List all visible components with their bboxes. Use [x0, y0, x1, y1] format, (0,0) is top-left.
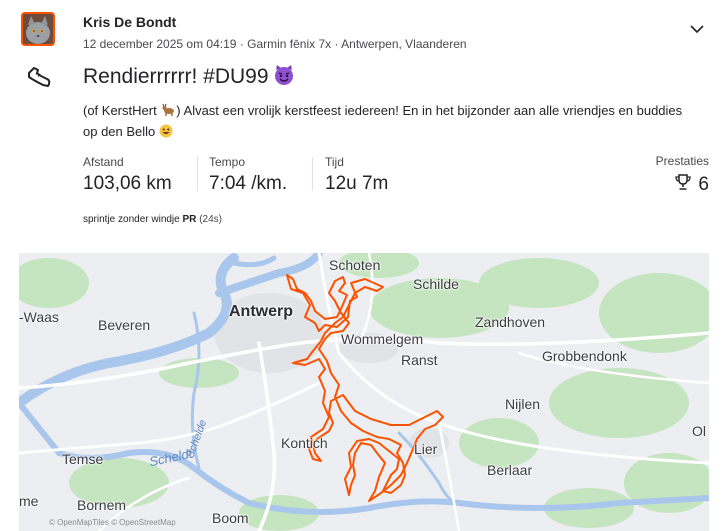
segment-pr-line[interactable]: sprintje zonder windje PR (24s) — [83, 214, 222, 225]
deer-emoji — [160, 103, 176, 122]
achievements-value[interactable]: 6 — [674, 173, 709, 197]
map-label-temse: Temse — [62, 451, 104, 467]
trophy-icon — [674, 173, 692, 197]
map-label-grobbendonk: Grobbendonk — [542, 348, 627, 364]
stat-divider — [312, 157, 313, 191]
map-label-ranst: Ranst — [401, 352, 438, 368]
map-label-antwerp: Antwerp — [229, 303, 293, 320]
athlete-name[interactable]: Kris De Bondt — [83, 14, 176, 30]
activity-title-text: Rendierrrrrr! #DU99 — [83, 65, 269, 88]
running-shoe-icon — [26, 64, 52, 90]
map-label-ol: Ol — [692, 423, 706, 439]
map-label-schoten: Schoten — [329, 257, 381, 273]
achievements-count: 6 — [698, 174, 709, 195]
map-label-beveren: Beveren — [98, 317, 151, 333]
stat-time-value: 12u 7m — [325, 173, 389, 194]
map-label-kontich: Kontich — [281, 435, 328, 451]
chevron-down-icon[interactable] — [688, 20, 706, 38]
stat-divider — [197, 157, 198, 191]
stat-pace-value: 7:04 /km. — [209, 173, 288, 194]
route-map[interactable]: Schoten Schilde -Waas Beveren Antwerp Za… — [19, 253, 709, 531]
map-canvas — [19, 253, 709, 531]
map-label-waas: -Waas — [19, 309, 59, 325]
map-label-bornem: Bornem — [77, 497, 127, 513]
map-copyright[interactable]: © OpenMapTiles © OpenStreetMap — [49, 518, 176, 527]
stat-pace-label: Tempo — [209, 155, 246, 169]
grinning-emoji — [159, 124, 173, 143]
activity-meta: 12 december 2025 om 04:19 · Garmin fēnix… — [83, 37, 467, 51]
stat-distance-value: 103,06 km — [83, 173, 172, 194]
map-label-me: me — [19, 493, 39, 509]
activity-description: (of KerstHert ) Alvast een vrolijk kerst… — [83, 101, 683, 143]
achievements-label: Prestaties — [655, 154, 709, 168]
map-label-schilde: Schilde — [413, 276, 459, 292]
map-label-berlaar: Berlaar — [487, 462, 533, 478]
activity-title[interactable]: Rendierrrrrr! #DU99 — [83, 64, 295, 92]
stat-time-label: Tijd — [325, 155, 344, 169]
avatar[interactable] — [21, 12, 55, 46]
stat-distance-label: Afstand — [83, 155, 124, 169]
segment-name: sprintje zonder windje — [83, 214, 180, 225]
segment-time: (24s) — [199, 214, 222, 225]
cat-avatar-image — [23, 14, 53, 44]
map-label-wommelgem: Wommelgem — [341, 331, 424, 347]
map-label-boom: Boom — [212, 510, 249, 526]
map-label-zandhoven: Zandhoven — [475, 314, 546, 330]
pr-badge: PR — [182, 214, 197, 225]
map-label-lier: Lier — [414, 441, 438, 457]
smiling-devil-emoji — [273, 64, 295, 92]
map-label-nijlen: Nijlen — [505, 396, 541, 412]
description-part-1: (of KerstHert — [83, 103, 161, 118]
